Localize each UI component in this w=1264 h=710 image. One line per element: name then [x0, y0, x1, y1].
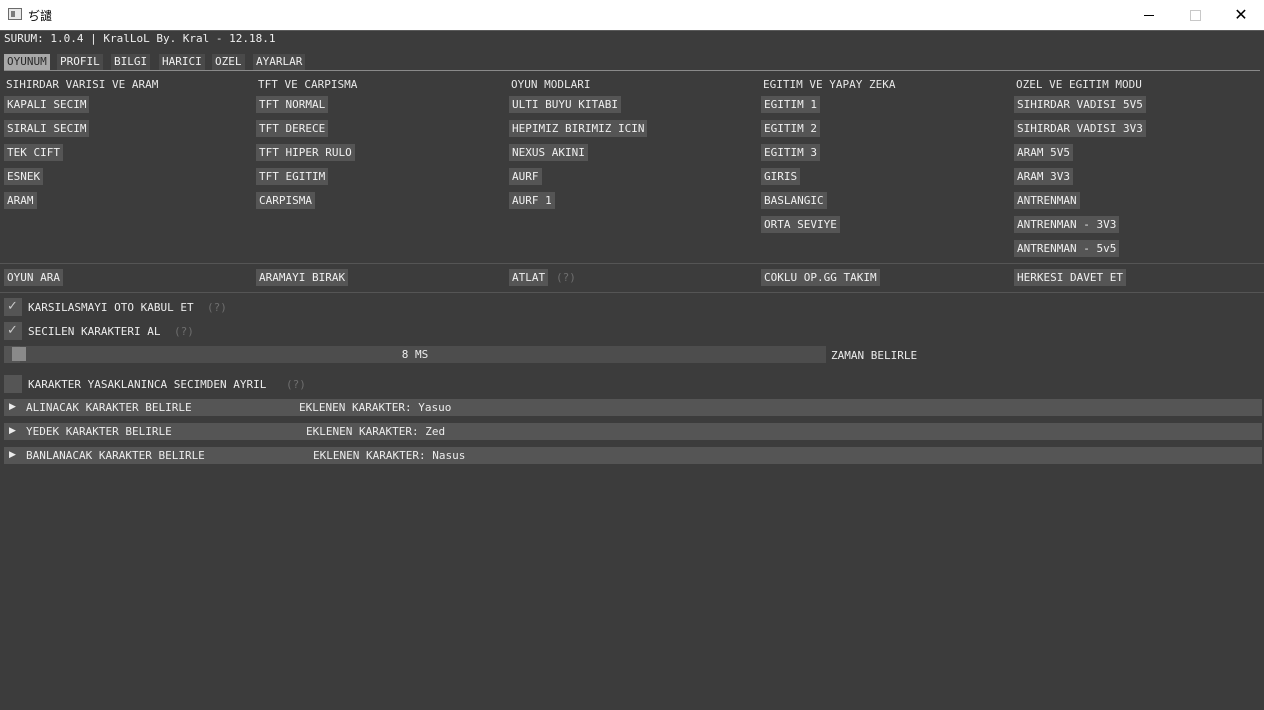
- queue-button[interactable]: TEK CIFT: [4, 144, 63, 161]
- section-info: EKLENEN KARAKTER: Zed: [306, 425, 446, 438]
- section-divider: [0, 263, 1264, 264]
- queue-button[interactable]: ARAM: [4, 192, 37, 209]
- dodge-on-ban-help-icon[interactable]: (?): [286, 378, 306, 391]
- section-title: BANLANACAK KARAKTER BELIRLE: [26, 449, 205, 462]
- queue-button[interactable]: SIRALI SECIM: [4, 120, 90, 137]
- skip-button[interactable]: ATLAT: [509, 269, 549, 286]
- take-champion-help-icon[interactable]: (?): [174, 325, 194, 338]
- maximize-icon: [1189, 9, 1201, 21]
- tab-underline: [4, 70, 1260, 71]
- queue-button[interactable]: TFT NORMAL: [256, 96, 329, 113]
- tab-bilgi[interactable]: BILGI: [111, 54, 151, 70]
- queue-button[interactable]: TFT EGITIM: [256, 168, 329, 185]
- queue-button[interactable]: BASLANGIC: [761, 192, 827, 209]
- close-icon: ✕: [1234, 5, 1248, 24]
- multi-opgg-button[interactable]: COKLU OP.GG TAKIM: [761, 269, 880, 286]
- column-heading-tft: TFT VE CARPISMA: [258, 78, 358, 91]
- pick-champion-section[interactable]: ▶ ALINACAK KARAKTER BELIRLE EKLENEN KARA…: [4, 399, 1262, 416]
- column-heading-training-ai: EGITIM VE YAPAY ZEKA: [763, 78, 896, 91]
- queue-button[interactable]: ARAM 5V5: [1014, 144, 1073, 161]
- queue-button[interactable]: TFT DERECE: [256, 120, 329, 137]
- queue-button[interactable]: AURF 1: [509, 192, 555, 209]
- triangle-right-icon: ▶: [9, 426, 16, 436]
- auto-accept-checkbox[interactable]: ✓: [4, 298, 22, 316]
- maximize-button[interactable]: [1172, 0, 1218, 30]
- triangle-right-icon: ▶: [9, 450, 16, 460]
- tab-oyunum[interactable]: OYUNUM: [4, 54, 50, 70]
- find-game-button[interactable]: OYUN ARA: [4, 269, 63, 286]
- section-title: ALINACAK KARAKTER BELIRLE: [26, 401, 192, 414]
- section-info: EKLENEN KARAKTER: Yasuo: [299, 401, 452, 414]
- section-title: YEDEK KARAKTER BELIRLE: [26, 425, 172, 438]
- auto-accept-label: KARSILASMAYI OTO KABUL ET: [28, 301, 194, 314]
- tab-profil[interactable]: PROFIL: [57, 54, 103, 70]
- queue-button[interactable]: AURF: [509, 168, 542, 185]
- queue-button[interactable]: EGITIM 2: [761, 120, 820, 137]
- delay-slider-value: 8 MS: [401, 348, 429, 361]
- queue-button[interactable]: ULTI BUYU KITABI: [509, 96, 621, 113]
- minimize-button[interactable]: [1126, 0, 1172, 30]
- invite-all-button[interactable]: HERKESI DAVET ET: [1014, 269, 1126, 286]
- delay-slider[interactable]: 8 MS: [4, 346, 826, 363]
- auto-accept-help-icon[interactable]: (?): [207, 301, 227, 314]
- checkmark-icon: ✓: [7, 323, 18, 338]
- queue-button[interactable]: NEXUS AKINI: [509, 144, 588, 161]
- queue-button[interactable]: EGITIM 1: [761, 96, 820, 113]
- queue-button[interactable]: ESNEK: [4, 168, 44, 185]
- tab-harici[interactable]: HARICI: [159, 54, 205, 70]
- queue-button[interactable]: TFT HIPER RULO: [256, 144, 355, 161]
- take-champion-checkbox[interactable]: ✓: [4, 322, 22, 340]
- queue-button[interactable]: ANTRENMAN - 3V3: [1014, 216, 1120, 233]
- queue-button[interactable]: GIRIS: [761, 168, 801, 185]
- checkmark-icon: ✓: [7, 299, 18, 314]
- queue-button[interactable]: KAPALI SECIM: [4, 96, 90, 113]
- stop-search-button[interactable]: ARAMAYI BIRAK: [256, 269, 349, 286]
- queue-button[interactable]: HEPIMIZ BIRIMIZ ICIN: [509, 120, 648, 137]
- window-title: ぢ譴: [28, 9, 53, 23]
- queue-button[interactable]: ANTRENMAN: [1014, 192, 1080, 209]
- skip-help-icon[interactable]: (?): [556, 271, 576, 284]
- tab-ozel[interactable]: OZEL: [212, 54, 245, 70]
- ban-champion-section[interactable]: ▶ BANLANACAK KARAKTER BELIRLE EKLENEN KA…: [4, 447, 1262, 464]
- column-heading-summoners-rift: SIHIRDAR VARISI VE ARAM: [6, 78, 159, 91]
- close-button[interactable]: ✕: [1218, 0, 1264, 30]
- queue-button[interactable]: ORTA SEVIYE: [761, 216, 840, 233]
- triangle-right-icon: ▶: [9, 402, 16, 412]
- queue-button[interactable]: EGITIM 3: [761, 144, 820, 161]
- dodge-on-ban-checkbox[interactable]: [4, 375, 22, 393]
- queue-button[interactable]: SIHIRDAR VADISI 5V5: [1014, 96, 1146, 113]
- queue-button[interactable]: SIHIRDAR VADISI 3V3: [1014, 120, 1146, 137]
- queue-button[interactable]: CARPISMA: [256, 192, 315, 209]
- take-champion-label: SECILEN KARAKTERI AL: [28, 325, 161, 338]
- app-icon: [8, 8, 22, 20]
- tab-ayarlar[interactable]: AYARLAR: [253, 54, 306, 70]
- column-heading-game-modes: OYUN MODLARI: [511, 78, 591, 91]
- column-heading-custom: OZEL VE EGITIM MODU: [1016, 78, 1142, 91]
- backup-champion-section[interactable]: ▶ YEDEK KARAKTER BELIRLE EKLENEN KARAKTE…: [4, 423, 1262, 440]
- queue-button[interactable]: ANTRENMAN - 5v5: [1014, 240, 1120, 257]
- queue-button[interactable]: ARAM 3V3: [1014, 168, 1073, 185]
- window-titlebar: ぢ譴 ✕: [0, 0, 1264, 30]
- section-info: EKLENEN KARAKTER: Nasus: [313, 449, 466, 462]
- minimize-icon: [1144, 14, 1154, 16]
- section-divider: [0, 292, 1264, 293]
- delay-label: ZAMAN BELIRLE: [831, 349, 918, 362]
- dodge-on-ban-label: KARAKTER YASAKLANINCA SECIMDEN AYRIL: [28, 378, 267, 391]
- version-label: SURUM: 1.0.4 | KralLoL By. Kral - 12.18.…: [4, 32, 276, 45]
